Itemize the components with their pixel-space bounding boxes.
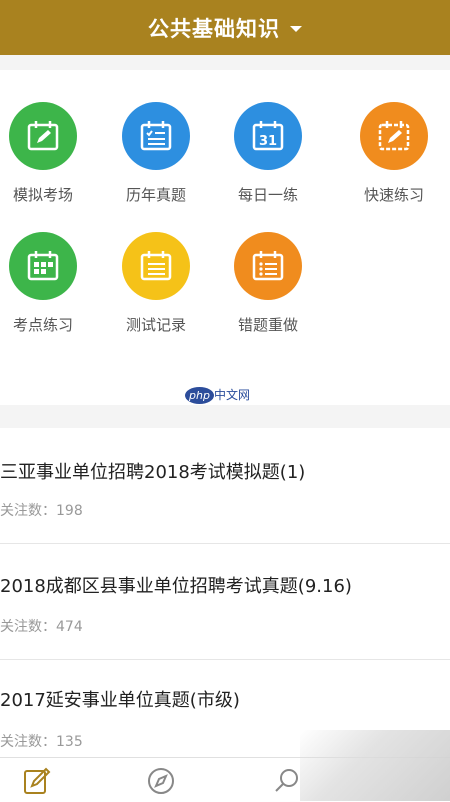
checklist-calendar-icon	[122, 102, 190, 170]
grid-calendar-icon	[9, 232, 77, 300]
pencil-calendar-icon	[360, 102, 428, 170]
chevron-down-icon[interactable]	[290, 26, 302, 32]
grid-item-quick-practice[interactable]: 快速练习	[344, 102, 444, 205]
grid-item-redo-mistakes[interactable]: 错题重做	[218, 232, 318, 335]
grid-item-label: 测试记录	[125, 316, 186, 334]
edit-icon[interactable]	[22, 766, 52, 796]
grid-item-topic-practice[interactable]: 考点练习	[0, 232, 93, 335]
grid-item-label: 模拟考场	[12, 186, 73, 204]
grid-item-label: 考点练习	[12, 316, 73, 334]
list-item-followers: 关注数：135	[0, 734, 83, 750]
list-item-title: 三亚事业单位招聘2018考试模拟题(1)	[0, 462, 306, 483]
grid-item-mock-exam[interactable]: 模拟考场	[0, 102, 93, 205]
grid-item-label: 历年真题	[125, 186, 186, 204]
search-icon[interactable]	[272, 766, 302, 796]
grid-item-past-papers[interactable]: 历年真题	[106, 102, 206, 205]
top-bar: 公共基础知识	[0, 0, 450, 55]
list-item-followers: 关注数：198	[0, 503, 83, 519]
section-divider	[0, 55, 450, 70]
list-item[interactable]: 2018成都区县事业单位招聘考试真题(9.16) 关注数：474	[0, 544, 450, 660]
grid-item-label: 每日一练	[237, 186, 298, 204]
grid-item-daily-practice[interactable]: 31 每日一练	[218, 102, 318, 205]
edit-calendar-icon	[9, 102, 77, 170]
watermark-logo: php 中文网	[185, 386, 250, 404]
calendar-31-icon: 31	[234, 102, 302, 170]
section-divider	[0, 405, 450, 428]
list-item-title: 2017延安事业单位真题(市级)	[0, 690, 240, 711]
list-item-title: 2018成都区县事业单位招聘考试真题(9.16)	[0, 576, 352, 597]
blurred-corner	[300, 730, 450, 801]
grid-item-label: 错题重做	[237, 316, 298, 334]
feature-grid: 模拟考场 历年真题 31 每日一练 快速练习 考点练习 测试记录 错题重做	[0, 70, 450, 405]
grid-item-test-records[interactable]: 测试记录	[106, 232, 206, 335]
list-calendar-icon	[122, 232, 190, 300]
list-item[interactable]: 三亚事业单位招聘2018考试模拟题(1) 关注数：198	[0, 428, 450, 544]
grid-item-label: 快速练习	[363, 186, 424, 204]
compass-icon[interactable]	[146, 766, 176, 796]
page-title[interactable]: 公共基础知识	[148, 13, 280, 43]
list-item-followers: 关注数：474	[0, 619, 83, 635]
svg-text:31: 31	[259, 134, 277, 149]
bulleted-calendar-icon	[234, 232, 302, 300]
